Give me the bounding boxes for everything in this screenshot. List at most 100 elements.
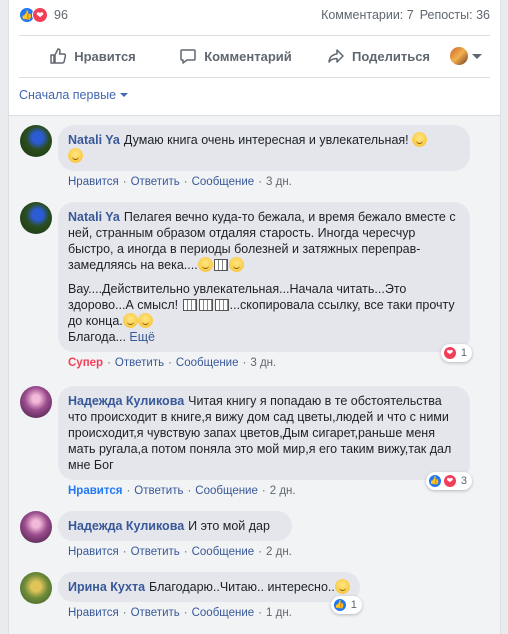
comment-message-link[interactable]: Сообщение — [192, 546, 255, 558]
comment-button[interactable]: Комментарий — [164, 47, 307, 65]
comment-reply-link[interactable]: Ответить — [115, 357, 164, 369]
comment-like-link[interactable]: Нравится — [68, 546, 119, 558]
comment-time[interactable]: 2 дн. — [270, 485, 296, 497]
avatar[interactable] — [20, 202, 52, 234]
post-as-selector[interactable] — [450, 47, 488, 65]
sort-label: Сначала первые — [19, 88, 117, 102]
comment-like-link[interactable]: Супер — [68, 357, 103, 369]
comment-message-link[interactable]: Сообщение — [195, 485, 258, 497]
comment-reactions-badge[interactable]: ❤ 1 — [440, 344, 472, 362]
unrendered-glyph-icon — [213, 259, 228, 271]
thumbs-up-icon — [50, 48, 67, 64]
grin-emoji-icon — [197, 257, 213, 272]
divider — [19, 77, 490, 78]
post-card: 👍 ❤ 96 Комментарии: 7 Репосты: 36 Нравит… — [8, 0, 501, 634]
comment-body: Надежда Куликова И это мой дар Нравится · … — [58, 511, 292, 558]
comment-like-link[interactable]: Нравится — [68, 607, 119, 619]
comment-body: Natali Ya Думаю книга очень интересная и … — [58, 125, 470, 188]
comments-count[interactable]: Комментарии: 7 — [321, 8, 414, 22]
like-button-label: Нравится — [74, 48, 136, 64]
comment-bubble: Natali Ya Думаю книга очень интересная и … — [58, 125, 470, 171]
comment-author[interactable]: Ирина Кухта — [68, 580, 145, 594]
comment-item: Ирина Кухта Благодарю..Читаю.. интересно.… — [20, 572, 362, 619]
smile-emoji-icon — [68, 148, 83, 163]
comment-icon — [180, 49, 196, 64]
comment-text: Пелагея вечно куда-то бежала, и время бе… — [68, 210, 456, 272]
smile-emoji-icon — [137, 313, 153, 328]
like-button[interactable]: Нравится — [21, 47, 164, 65]
chevron-down-icon — [472, 53, 482, 59]
comment-reactions-badge[interactable]: 👍 ❤ 3 — [425, 472, 472, 490]
comment-time[interactable]: 3 дн. — [266, 176, 292, 188]
comment-sort-dropdown[interactable]: Сначала первые — [19, 88, 129, 102]
comment-message-link[interactable]: Сообщение — [192, 176, 255, 188]
smile-emoji-icon — [122, 313, 138, 328]
love-reaction-icon: ❤ — [442, 474, 457, 488]
comment-reactions-badge[interactable]: 👍 1 — [330, 596, 362, 614]
comment-text: Благодарю..Читаю.. интересно.. — [149, 580, 335, 594]
comment-item: Natali Ya Думаю книга очень интересная и … — [20, 125, 470, 188]
comment-text: Думаю книга очень интересная и увлекател… — [123, 133, 409, 147]
comment-reply-link[interactable]: Ответить — [131, 176, 180, 188]
chevron-down-icon — [120, 93, 129, 97]
avatar[interactable] — [20, 386, 52, 418]
reaction-count: 1 — [460, 347, 467, 359]
comment-author[interactable]: Natali Ya — [68, 210, 120, 224]
smile-emoji-icon — [412, 132, 428, 147]
comment-item: Natali Ya Пелагея вечно куда-то бежала, и… — [20, 202, 472, 369]
comment-time[interactable]: 3 дн. — [250, 357, 276, 369]
smile-emoji-icon — [228, 257, 244, 272]
love-reaction-icon: ❤ — [32, 7, 48, 23]
comment-actions: Супер · Ответить · Сообщение · 3 дн. — [68, 357, 277, 369]
comment-item: Надежда Куликова И это мой дар Нравится · … — [20, 511, 292, 558]
avatar[interactable] — [20, 511, 52, 543]
like-reaction-icon: 👍 — [427, 474, 442, 488]
comment-body: Ирина Кухта Благодарю..Читаю.. интересно.… — [58, 572, 362, 619]
comment-text: И это мой дар — [188, 519, 270, 533]
comment-author[interactable]: Natali Ya — [68, 133, 120, 147]
comment-message-link[interactable]: Сообщение — [192, 607, 255, 619]
see-more-link[interactable]: Ещё — [129, 330, 155, 344]
comment-paragraph: Вау....Действительно увлекательная...Нач… — [68, 281, 460, 345]
avatar[interactable] — [20, 572, 52, 604]
reactions-summary: 👍 ❤ 96 Комментарии: 7 Репосты: 36 — [9, 0, 500, 30]
divider — [19, 35, 490, 36]
comment-text-truncated: Благода... — [68, 330, 126, 344]
comment-author[interactable]: Надежда Куликова — [68, 394, 184, 408]
avatar[interactable] — [20, 125, 52, 157]
share-icon — [328, 49, 344, 63]
comment-time[interactable]: 1 дн. — [266, 607, 292, 619]
comment-bubble: Надежда Куликова Читая книгу я попадаю в … — [58, 386, 472, 490]
reaction-count: 1 — [350, 599, 357, 611]
comment-item: Надежда Куликова Читая книгу я попадаю в … — [20, 386, 472, 497]
love-reaction-icon: ❤ — [442, 346, 457, 360]
comment-reply-link[interactable]: Ответить — [131, 607, 180, 619]
comment-actions: Нравится · Ответить · Сообщение · 2 дн. — [68, 546, 292, 558]
comment-like-link[interactable]: Нравится — [68, 485, 122, 497]
comment-time[interactable]: 2 дн. — [266, 546, 292, 558]
reaction-count: 3 — [460, 475, 467, 487]
comment-actions: Нравится · Ответить · Сообщение · 2 дн. — [68, 485, 296, 497]
comment-actions: Нравится · Ответить · Сообщение · 3 дн. — [68, 176, 292, 188]
comment-bubble: Natali Ya Пелагея вечно куда-то бежала, и… — [58, 202, 472, 362]
comment-actions: Нравится · Ответить · Сообщение · 1 дн. — [68, 607, 292, 619]
comment-bubble: Надежда Куликова И это мой дар — [58, 511, 292, 541]
post-actions: Нравится Комментарий Поделиться — [9, 39, 500, 73]
comment-reply-link[interactable]: Ответить — [134, 485, 183, 497]
comment-body: Natali Ya Пелагея вечно куда-то бежала, и… — [58, 202, 472, 369]
comment-author[interactable]: Надежда Куликова — [68, 519, 184, 533]
reaction-count[interactable]: 96 — [54, 8, 68, 22]
comment-button-label: Комментарий — [204, 48, 292, 64]
like-reaction-icon: 👍 — [332, 598, 347, 612]
comment-message-link[interactable]: Сообщение — [176, 357, 239, 369]
reaction-icons[interactable]: 👍 ❤ 96 — [19, 7, 68, 23]
share-button-label: Поделиться — [351, 48, 431, 64]
shares-count[interactable]: Репосты: 36 — [420, 8, 490, 22]
unrendered-glyph-icon — [182, 299, 197, 311]
post-stats: Комментарии: 7 Репосты: 36 — [321, 8, 490, 22]
comment-like-link[interactable]: Нравится — [68, 176, 119, 188]
share-button[interactable]: Поделиться — [307, 47, 450, 65]
comment-body: Надежда Куликова Читая книгу я попадаю в … — [58, 386, 472, 497]
unrendered-glyph-icon — [198, 299, 213, 311]
comment-reply-link[interactable]: Ответить — [131, 546, 180, 558]
